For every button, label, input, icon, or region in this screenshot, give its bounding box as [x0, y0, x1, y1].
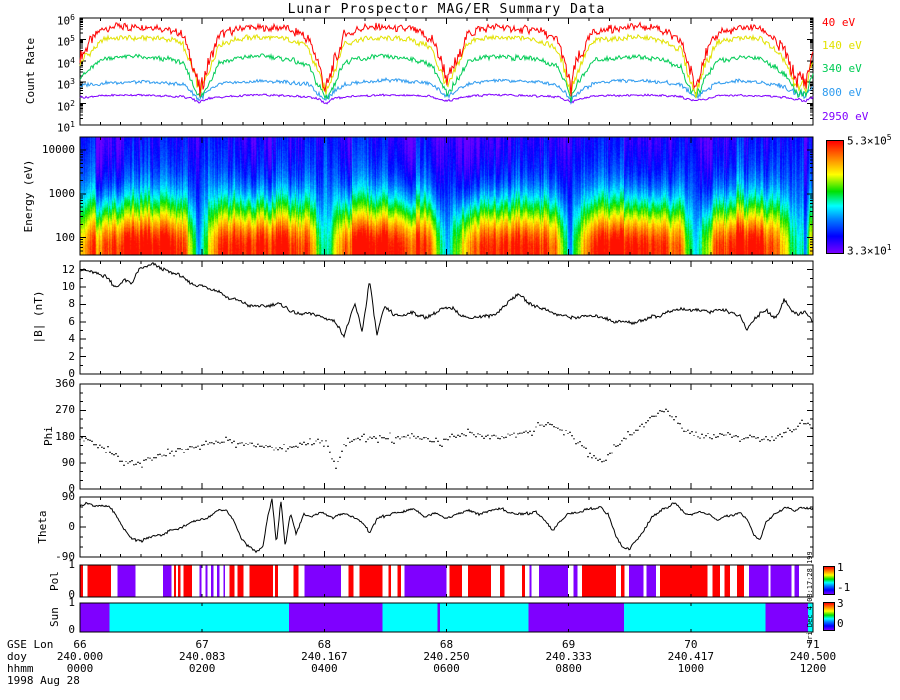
y-tick-label: 104 — [56, 55, 75, 71]
plot-overlay: Count Rate Energy (eV) |B| (nT) Phi Thet… — [22, 17, 814, 633]
y-tick-label: 180 — [55, 429, 75, 443]
legend-item-800ev: 800 eV — [822, 86, 862, 99]
legend-item-40ev: 40 eV — [822, 16, 856, 29]
colorbar-pol — [823, 566, 835, 595]
x-tick-value: 0600 — [433, 662, 460, 675]
y-tick-label: 1 — [68, 558, 75, 571]
colorbar-sun-min: 0 — [837, 617, 844, 630]
y-tick-label: 10000 — [41, 143, 75, 157]
y-tick-label: 102 — [56, 98, 75, 114]
y-tick-label: 0 — [68, 482, 75, 495]
y-tick-label: 0 — [68, 623, 75, 636]
y-tick-label: 103 — [56, 77, 75, 92]
colorbar-pol-max: 1 — [837, 561, 844, 574]
ylabel-pol: Pol — [48, 571, 61, 591]
y-tick-label: 2 — [68, 349, 75, 363]
legend-item-2950ev: 2950 eV — [822, 110, 869, 123]
y-tick-label: 270 — [55, 403, 75, 417]
y-tick-label: 6 — [68, 314, 75, 328]
y-tick-label: 1000 — [48, 186, 76, 200]
colorbar-pol-min: -1 — [837, 581, 851, 594]
colorbar-min-label: 3.3×101 — [847, 243, 892, 258]
generation-timestamp: Fri Dec 4 08:17:28 1998 — [806, 552, 814, 644]
y-tick-label: 90 — [61, 455, 75, 469]
colorbar-sun — [823, 602, 835, 631]
y-tick-label: 101 — [56, 120, 75, 135]
y-tick-label: 106 — [56, 13, 75, 28]
x-tick-value: 0400 — [311, 662, 338, 675]
y-tick-label: 360 — [55, 377, 75, 390]
xaxis-date: 1998 Aug 28 — [7, 674, 80, 687]
x-tick-value: 1200 — [799, 662, 827, 675]
plot-page: Lunar Prospector MAG/ER Summary Data Cou… — [0, 0, 900, 700]
legend-item-340ev: 340 eV — [822, 62, 862, 75]
legend-item-140ev: 140 eV — [822, 39, 862, 52]
y-tick-label: 4 — [68, 332, 75, 346]
x-tick-value: 1000 — [677, 662, 705, 675]
y-tick-label: 12 — [61, 262, 75, 276]
colorbar-max-label: 5.3×105 — [847, 133, 892, 148]
y-tick-label: 8 — [68, 297, 75, 311]
y-tick-label: 10 — [61, 280, 75, 294]
colorbar-spectrogram — [826, 140, 844, 254]
y-tick-label: 1 — [68, 596, 75, 609]
y-tick-label: 0 — [68, 520, 75, 533]
y-tick-label: 105 — [56, 34, 75, 50]
x-tick-value: 0800 — [555, 662, 582, 675]
y-tick-label: 100 — [55, 230, 75, 244]
x-tick-value: 0000 — [66, 662, 94, 675]
x-tick-value: 0200 — [188, 662, 216, 675]
colorbar-sun-max: 3 — [837, 597, 844, 610]
